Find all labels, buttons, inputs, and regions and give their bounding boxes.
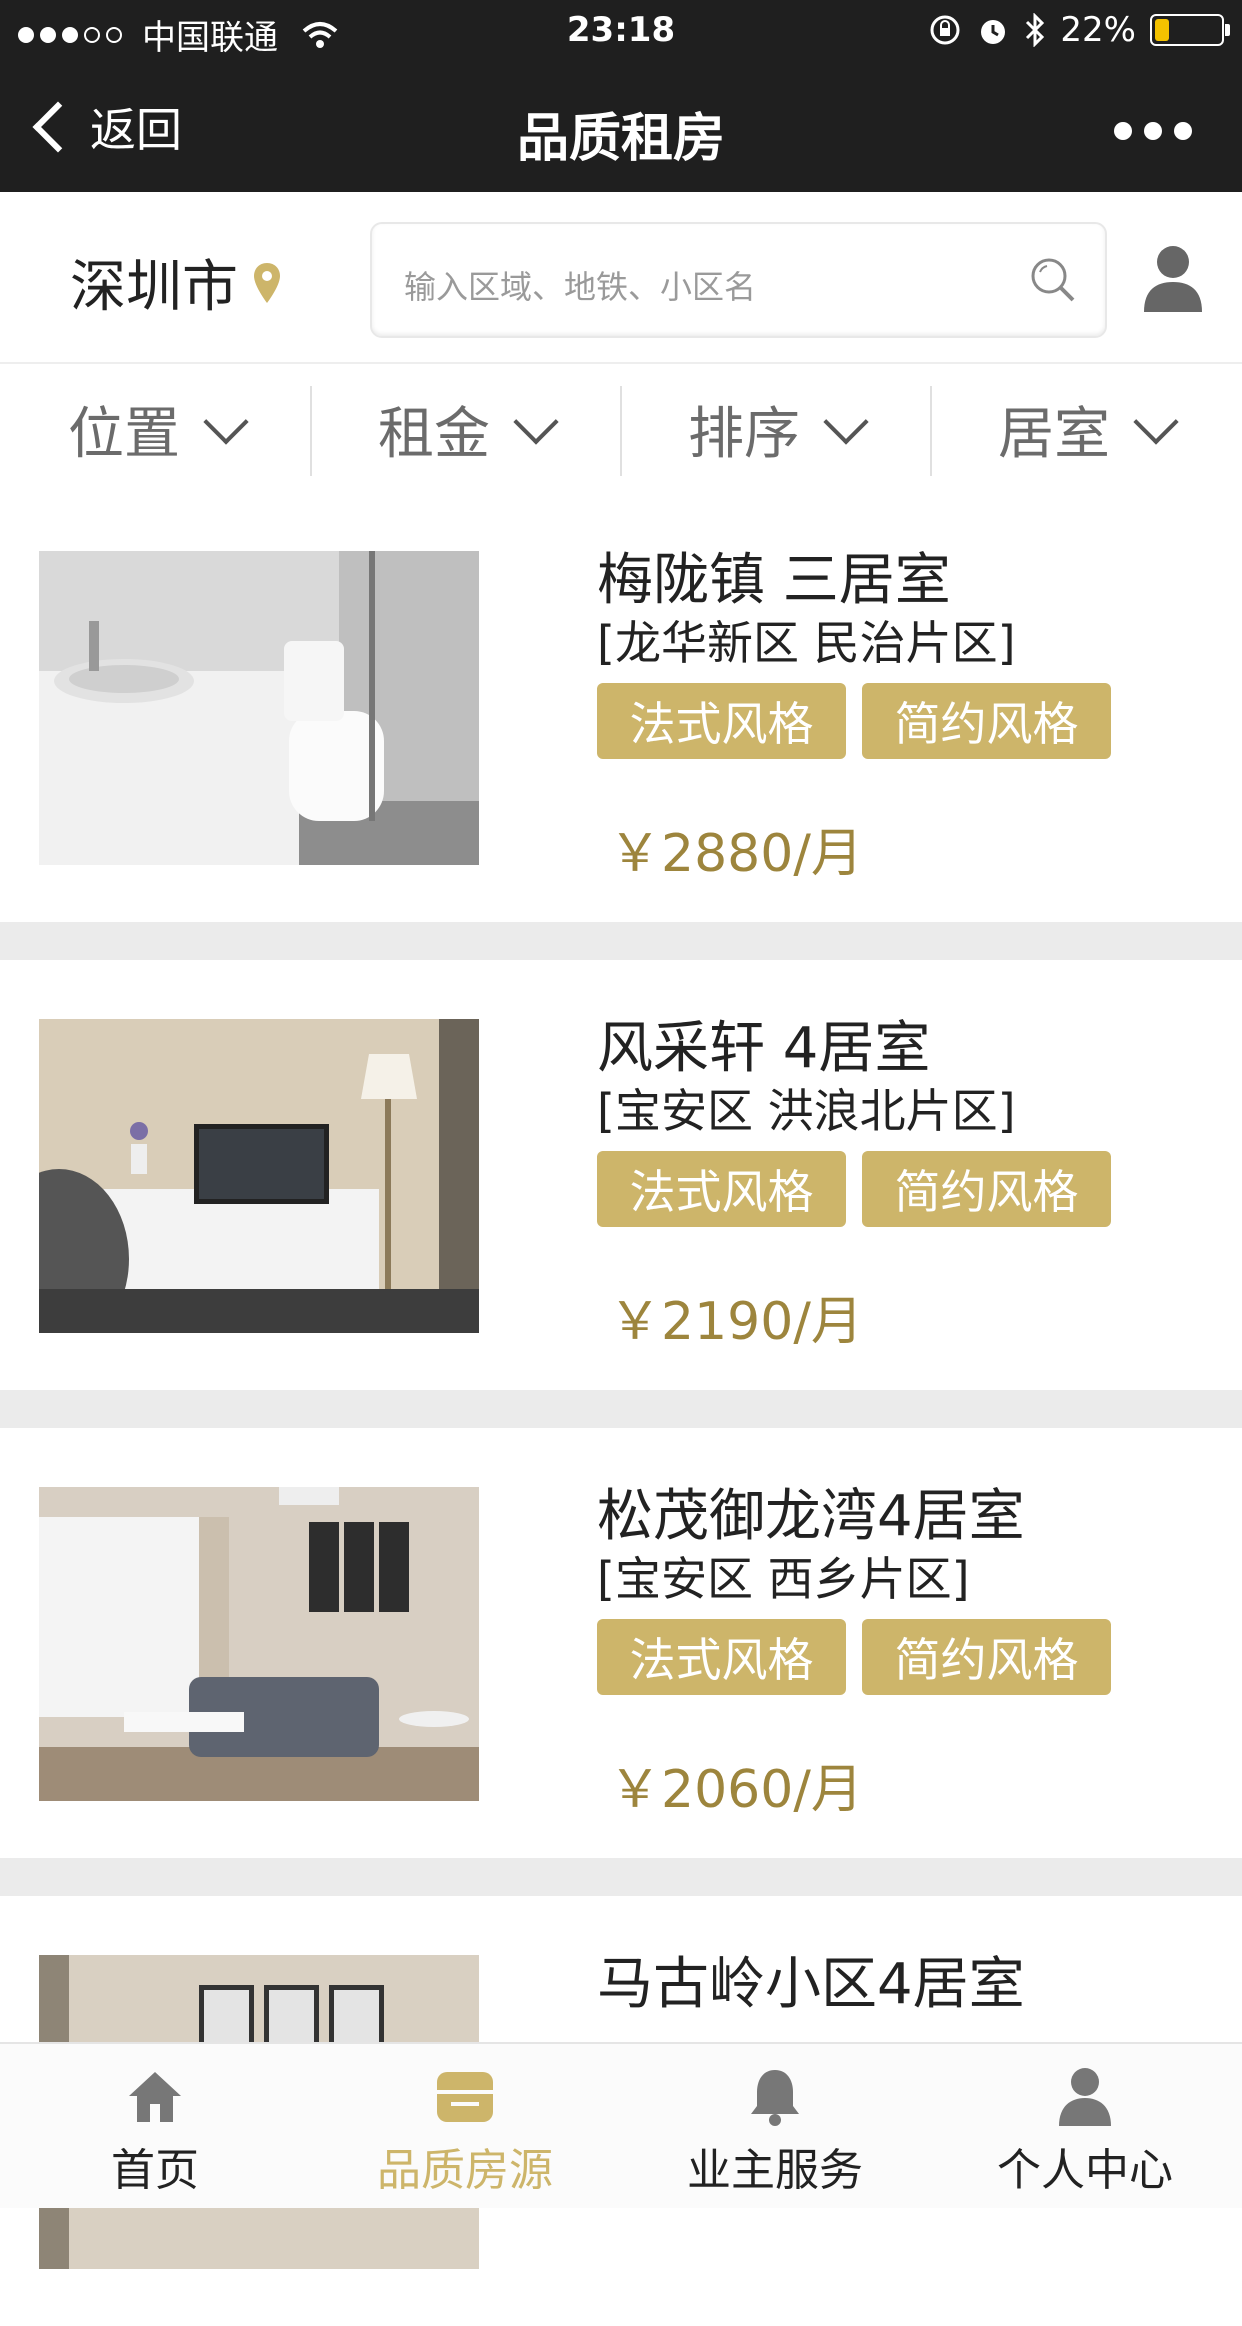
listing-title: 马古岭小区4居室 — [597, 1952, 1025, 2017]
tab-bar: 首页 品质房源 业主服务 个人中心 — [0, 2042, 1242, 2208]
bluetooth-icon — [1026, 13, 1045, 47]
battery-percent: 22% — [1060, 10, 1136, 50]
chevron-down-icon — [1133, 399, 1179, 445]
tab-label: 个人中心 — [997, 2145, 1173, 2196]
style-tag: 简约风格 — [862, 683, 1111, 759]
chevron-down-icon — [823, 399, 869, 445]
listing-price: ￥2190/月 — [609, 1292, 863, 1352]
style-tag: 法式风格 — [597, 1619, 846, 1695]
divider — [0, 1858, 1242, 1896]
nav-bar: 返回 品质租房 — [0, 62, 1242, 192]
style-tag: 法式风格 — [597, 1151, 846, 1227]
tab-listings[interactable]: 品质房源 — [310, 2044, 620, 2208]
tab-label: 业主服务 — [687, 2145, 863, 2196]
tab-profile[interactable]: 个人中心 — [930, 2044, 1240, 2208]
living-room-photo — [39, 1019, 479, 1333]
bathroom-photo — [39, 551, 479, 865]
chevron-down-icon — [513, 399, 559, 445]
city-search-bar: 深圳市 输入区域、地铁、小区名 — [0, 192, 1242, 362]
listing-area: [宝安区 洪浪北片区] — [597, 1084, 1016, 1138]
more-icon — [1114, 122, 1132, 140]
status-bar: 中国联通 23:18 22% — [0, 0, 1242, 62]
listing-price: ￥2880/月 — [609, 824, 863, 884]
style-tag: 法式风格 — [597, 683, 846, 759]
top-bar: 中国联通 23:18 22% 返回 品质租房 — [0, 0, 1242, 192]
search-input[interactable]: 输入区域、地铁、小区名 — [370, 222, 1107, 338]
tab-home[interactable]: 首页 — [0, 2044, 310, 2208]
filter-sort[interactable]: 排序 — [620, 364, 930, 494]
chevron-down-icon — [203, 399, 249, 445]
style-tag: 简约风格 — [862, 1151, 1111, 1227]
alarm-icon — [981, 20, 1006, 44]
listing-title: 梅陇镇 三居室 — [597, 548, 951, 613]
filter-label: 居室 — [998, 401, 1110, 467]
store-icon — [437, 2072, 493, 2122]
listing-card[interactable]: 松茂御龙湾4居室 [宝安区 西乡片区] 法式风格 简约风格 ￥2060/月 — [0, 1428, 1242, 1858]
filter-label: 位置 — [68, 401, 180, 467]
filter-rent[interactable]: 租金 — [310, 364, 620, 494]
filter-label: 租金 — [378, 401, 490, 467]
location-pin-icon — [254, 262, 280, 303]
listing-price: ￥2060/月 — [609, 1760, 863, 1820]
listing-card[interactable]: 梅陇镇 三居室 [龙华新区 民治片区] 法式风格 简约风格 ￥2880/月 — [0, 492, 1242, 922]
divider — [0, 922, 1242, 960]
tab-label: 品质房源 — [377, 2145, 553, 2196]
listing-title: 松茂御龙湾4居室 — [597, 1484, 1025, 1549]
divider — [0, 1390, 1242, 1428]
city-label: 深圳市 — [70, 255, 238, 320]
tab-label: 首页 — [111, 2145, 199, 2196]
search-icon[interactable] — [1027, 254, 1079, 306]
filter-label: 排序 — [688, 401, 800, 467]
user-icon[interactable] — [1140, 242, 1206, 312]
filter-location[interactable]: 位置 — [0, 364, 310, 494]
tab-owner-service[interactable]: 业主服务 — [620, 2044, 930, 2208]
lounge-photo — [39, 1487, 479, 1801]
search-placeholder: 输入区域、地铁、小区名 — [404, 268, 757, 306]
filter-bar: 位置 租金 排序 居室 — [0, 362, 1242, 496]
style-tag: 简约风格 — [862, 1619, 1111, 1695]
more-button[interactable] — [1114, 122, 1192, 140]
battery-icon — [1150, 14, 1230, 46]
bell-icon — [751, 2070, 799, 2126]
page-title: 品质租房 — [516, 109, 725, 169]
listing-title: 风采轩 4居室 — [597, 1016, 931, 1081]
city-selector[interactable]: 深圳市 — [70, 242, 282, 323]
listing-area: [宝安区 西乡片区] — [597, 1552, 970, 1606]
filter-rooms[interactable]: 居室 — [930, 364, 1240, 494]
listing-area: [龙华新区 民治片区] — [597, 616, 1016, 670]
home-icon — [129, 2072, 181, 2122]
rotation-lock-icon — [930, 15, 960, 45]
person-icon — [1059, 2068, 1111, 2126]
listing-card[interactable]: 风采轩 4居室 [宝安区 洪浪北片区] 法式风格 简约风格 ￥2190/月 — [0, 960, 1242, 1390]
